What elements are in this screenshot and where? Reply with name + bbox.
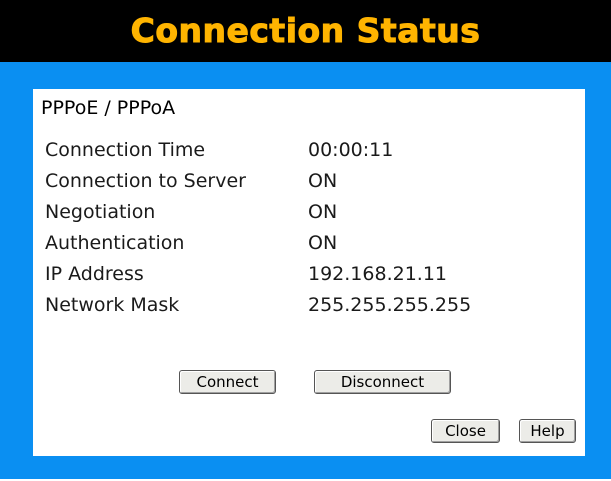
info-value: ON [308, 201, 338, 223]
info-value: ON [308, 232, 338, 254]
section-title: PPPoE / PPPoA [41, 97, 176, 119]
info-label: Connection to Server [45, 170, 246, 192]
status-panel: PPPoE / PPPoA Connection Time 00:00:11 C… [33, 89, 585, 456]
info-label: Network Mask [45, 294, 180, 316]
info-value: 255.255.255.255 [308, 294, 472, 316]
disconnect-button[interactable]: Disconnect [314, 370, 451, 394]
window-title: Connection Status [130, 11, 481, 51]
info-label: Negotiation [45, 201, 156, 223]
close-button[interactable]: Close [431, 419, 500, 443]
info-value: 192.168.21.11 [308, 263, 448, 285]
title-bar: Connection Status [0, 0, 611, 62]
connect-button[interactable]: Connect [179, 370, 276, 394]
info-label: IP Address [45, 263, 144, 285]
info-value: ON [308, 170, 338, 192]
blue-frame: PPPoE / PPPoA Connection Time 00:00:11 C… [0, 62, 611, 479]
help-button[interactable]: Help [519, 419, 576, 443]
info-label: Connection Time [45, 139, 206, 161]
info-label: Authentication [45, 232, 185, 254]
connection-status-window: Connection Status PPPoE / PPPoA Connecti… [0, 0, 611, 481]
info-value: 00:00:11 [308, 139, 394, 161]
